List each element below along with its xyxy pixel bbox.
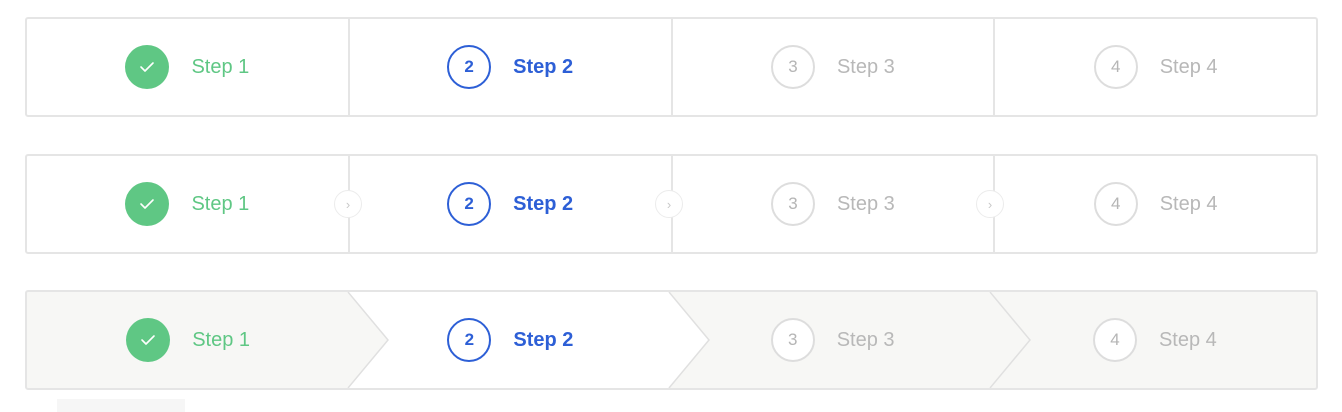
step-4[interactable]: 4 Step 4: [993, 156, 1316, 252]
step-3[interactable]: 3 Step 3: [670, 156, 994, 252]
faded-placeholder: [57, 399, 185, 412]
step-3-number: 3: [770, 318, 815, 362]
step-3-number: 3: [770, 182, 815, 226]
stepper-bordered-arrows: Step 1 2 Step 2 3 Step 3 4 Step 4 › › ›: [25, 154, 1318, 254]
step-1[interactable]: Step 1: [27, 19, 348, 115]
step-4-label: Step 4: [1159, 192, 1218, 215]
step-3-label: Step 3: [836, 55, 895, 78]
step-1[interactable]: Step 1: [27, 156, 348, 252]
step-1-check-icon: [125, 45, 170, 89]
step-2-label: Step 2: [513, 192, 574, 215]
step-2[interactable]: 2 Step 2: [347, 156, 671, 252]
step-3[interactable]: 3 Step 3: [672, 292, 994, 388]
step-1-check-icon: [126, 318, 171, 362]
step-2-number: 2: [447, 45, 492, 89]
stepper-chevron: Step 1 2 Step 2 3 Step 3 4 Step 4: [25, 290, 1318, 390]
step-3[interactable]: 3 Step 3: [670, 19, 994, 115]
step-2-number: 2: [447, 318, 492, 362]
step-4[interactable]: 4 Step 4: [993, 19, 1316, 115]
step-2-label: Step 2: [513, 328, 574, 351]
chevron-right-icon: ›: [334, 190, 362, 218]
step-4-number: 4: [1092, 318, 1137, 362]
step-4-number: 4: [1093, 45, 1138, 89]
step-4-number: 4: [1093, 182, 1138, 226]
step-4-label: Step 4: [1158, 328, 1217, 351]
chevron-right-icon: ›: [976, 190, 1004, 218]
step-1[interactable]: Step 1: [27, 292, 349, 388]
step-1-label: Step 1: [191, 192, 250, 215]
step-2[interactable]: 2 Step 2: [349, 292, 671, 388]
step-3-label: Step 3: [836, 192, 895, 215]
chevron-right-icon: ›: [655, 190, 683, 218]
step-4-label: Step 4: [1159, 55, 1218, 78]
step-3-label: Step 3: [836, 328, 895, 351]
step-1-check-icon: [125, 182, 170, 226]
step-3-number: 3: [770, 45, 815, 89]
stepper-bordered: Step 1 2 Step 2 3 Step 3 4 Step 4: [25, 17, 1318, 117]
step-2-number: 2: [447, 182, 492, 226]
step-2[interactable]: 2 Step 2: [347, 19, 671, 115]
step-1-label: Step 1: [192, 328, 251, 351]
step-1-label: Step 1: [191, 55, 250, 78]
step-2-label: Step 2: [513, 55, 574, 78]
step-4[interactable]: 4 Step 4: [994, 292, 1316, 388]
